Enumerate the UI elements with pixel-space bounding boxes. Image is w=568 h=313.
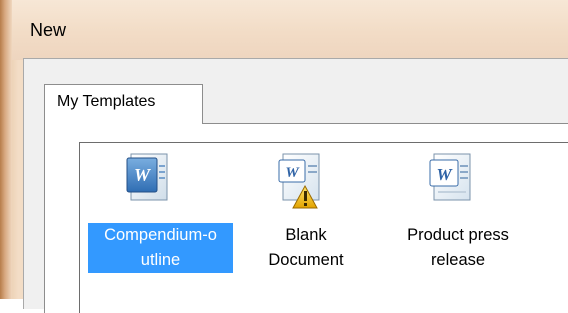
word-blank-document-warning-icon: W — [278, 153, 320, 209]
svg-text:W: W — [436, 165, 453, 184]
template-label: Compendium-o utline — [88, 223, 233, 273]
word-document-icon: W — [429, 153, 471, 201]
word-document-icon: W — [126, 153, 168, 201]
template-label: Blank Document — [268, 226, 344, 269]
window-title: New — [30, 20, 67, 40]
svg-text:W: W — [285, 165, 300, 181]
template-item-product-press-release[interactable]: W Product press release — [382, 150, 532, 280]
template-item-compendium-outline[interactable]: W Compendium-o utline — [82, 150, 233, 280]
window-border — [0, 0, 12, 299]
template-label: Product press release — [407, 226, 509, 269]
tab-my-templates[interactable]: My Templates — [44, 84, 203, 124]
title-bar[interactable] — [0, 0, 568, 60]
template-item-blank-document[interactable]: W Blank Document — [236, 150, 386, 280]
svg-text:W: W — [134, 165, 152, 185]
tab-label: My Templates — [57, 93, 156, 110]
